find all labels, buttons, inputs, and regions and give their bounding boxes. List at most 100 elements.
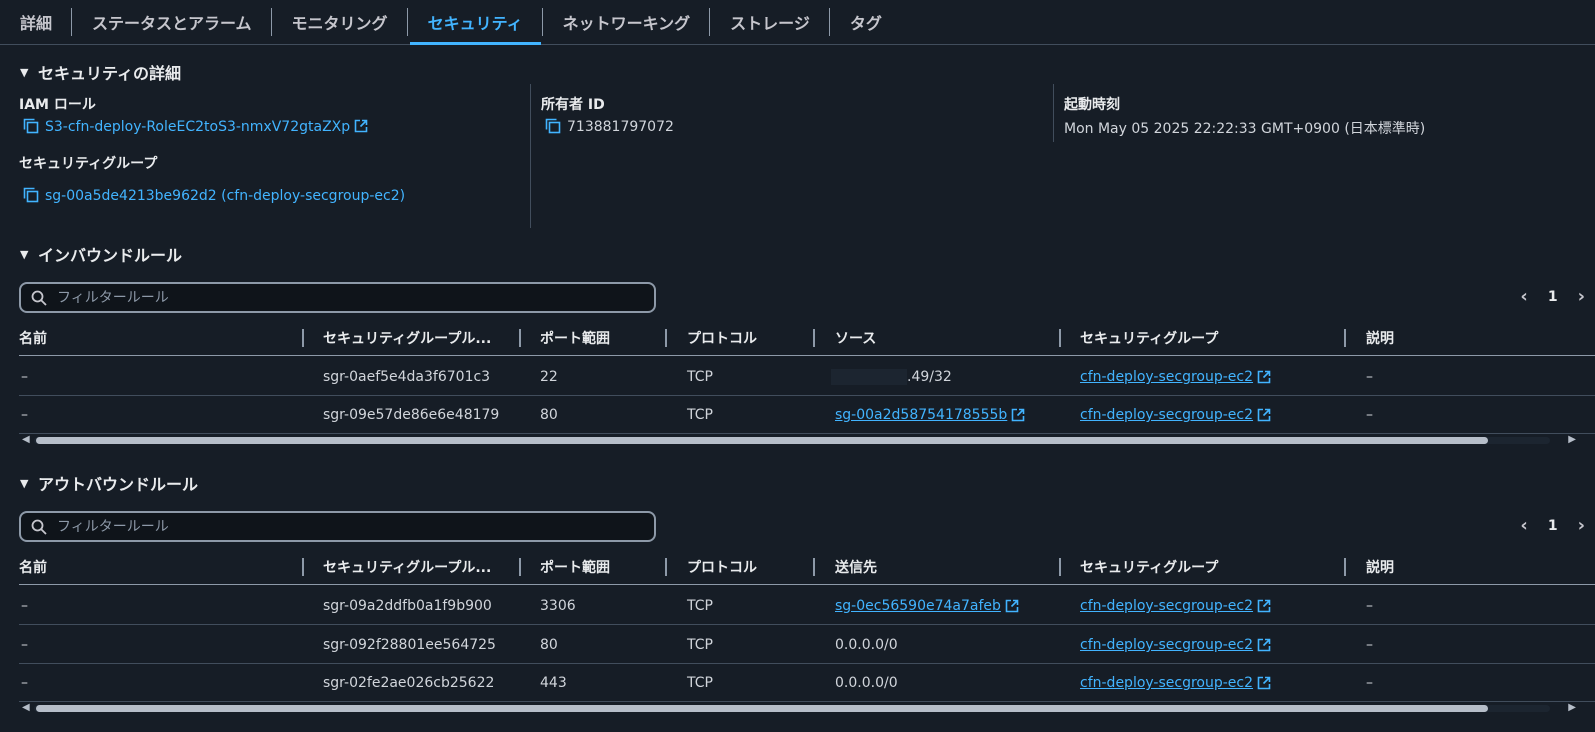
section-title: アウトバウンドルール xyxy=(38,475,199,494)
security-details-header[interactable]: ▼ セキュリティの詳細 xyxy=(20,60,181,84)
scroll-left-arrow-icon[interactable]: ◀ xyxy=(22,434,30,445)
column-header-protocol[interactable]: プロトコル xyxy=(687,549,815,585)
outbound-pagination: ‹ 1 › xyxy=(1520,515,1585,536)
search-icon xyxy=(31,290,47,306)
column-header-rule-id[interactable]: セキュリティグループル... xyxy=(323,549,521,585)
tab-label: ステータスとアラーム xyxy=(92,14,252,33)
copy-icon[interactable] xyxy=(545,118,561,134)
outbound-table-header: 名前 セキュリティグループル... ポート範囲 プロトコル 送信先 セキュリティ… xyxy=(19,549,1595,585)
security-group-link[interactable]: cfn-deploy-secgroup-ec2 xyxy=(1080,598,1253,614)
chevron-right-icon[interactable]: › xyxy=(1578,286,1585,307)
column-label: ポート範囲 xyxy=(540,560,610,576)
inbound-filter[interactable] xyxy=(19,282,656,313)
column-label: 名前 xyxy=(19,560,47,576)
destination-link[interactable]: sg-0ec56590e74a7afeb xyxy=(835,598,1001,614)
tab-storage[interactable]: ストレージ xyxy=(710,0,830,44)
security-group-row: sg-00a5de4213be962d2 (cfn-deploy-secgrou… xyxy=(23,187,405,204)
copy-icon[interactable] xyxy=(23,118,39,134)
chevron-left-icon[interactable]: ‹ xyxy=(1520,286,1527,307)
inbound-rules-header[interactable]: ▼ インバウンドルール xyxy=(20,242,182,266)
tab-label: ネットワーキング xyxy=(562,14,691,33)
page-number[interactable]: 1 xyxy=(1548,518,1558,534)
external-link-icon[interactable] xyxy=(1257,408,1271,422)
column-header-description[interactable]: 説明 xyxy=(1366,549,1566,585)
source-link[interactable]: sg-00a2d58754178555b xyxy=(835,407,1007,423)
column-label: ソース xyxy=(835,331,877,347)
cell-security-group: cfn-deploy-secgroup-ec2 xyxy=(1080,626,1271,664)
column-header-source[interactable]: ソース xyxy=(835,320,1061,356)
column-header-name[interactable]: 名前 xyxy=(19,320,304,356)
outbound-filter[interactable] xyxy=(19,511,656,542)
column-header-protocol[interactable]: プロトコル xyxy=(687,320,815,356)
launch-time-value: Mon May 05 2025 22:22:33 GMT+0900 (日本標準時… xyxy=(1064,121,1426,137)
column-header-description[interactable]: 説明 xyxy=(1366,320,1566,356)
source-value: .49/32 xyxy=(907,369,952,385)
cell-name: – xyxy=(21,637,28,653)
security-group-link[interactable]: cfn-deploy-secgroup-ec2 xyxy=(1080,675,1253,691)
column-header-security-group[interactable]: セキュリティグループ xyxy=(1080,320,1346,356)
cell-name: – xyxy=(21,598,28,614)
external-link-icon[interactable] xyxy=(1011,408,1025,422)
tab-details[interactable]: 詳細 xyxy=(0,0,73,44)
scroll-right-arrow-icon[interactable]: ▶ xyxy=(1568,702,1576,713)
iam-role-row: S3-cfn-deploy-RoleEC2toS3-nmxV72gtaZXp xyxy=(23,118,368,135)
column-label: 送信先 xyxy=(835,560,877,576)
column-label: 名前 xyxy=(19,331,47,347)
security-group-block: セキュリティグループ sg-00a5de4213be962d2 (cfn-dep… xyxy=(19,153,405,204)
search-icon xyxy=(31,519,47,535)
security-group-link[interactable]: cfn-deploy-secgroup-ec2 xyxy=(1080,369,1253,385)
chevron-left-icon[interactable]: ‹ xyxy=(1520,515,1527,536)
caret-down-icon: ▼ xyxy=(20,247,29,261)
table-row: – sgr-09a2ddfb0a1f9b900 3306 TCP sg-0ec5… xyxy=(19,587,1595,625)
outbound-rules-header[interactable]: ▼ アウトバウンドルール xyxy=(20,471,198,495)
external-link-icon[interactable] xyxy=(1005,599,1019,613)
external-link-icon[interactable] xyxy=(1257,370,1271,384)
cell-protocol: TCP xyxy=(687,637,713,653)
copy-icon[interactable] xyxy=(23,187,39,203)
chevron-right-icon[interactable]: › xyxy=(1578,515,1585,536)
cell-security-group: cfn-deploy-secgroup-ec2 xyxy=(1080,587,1271,625)
tab-tags[interactable]: タグ xyxy=(830,0,902,44)
column-header-rule-id[interactable]: セキュリティグループル... xyxy=(323,320,521,356)
cell-description: – xyxy=(1366,369,1373,385)
column-header-security-group[interactable]: セキュリティグループ xyxy=(1080,549,1346,585)
tab-label: モニタリング xyxy=(291,14,388,33)
outbound-filter-input[interactable] xyxy=(57,518,617,535)
scroll-right-arrow-icon[interactable]: ▶ xyxy=(1568,434,1576,445)
cell-name: – xyxy=(21,407,28,423)
cell-destination: 0.0.0.0/0 xyxy=(835,637,898,653)
security-group-link[interactable]: cfn-deploy-secgroup-ec2 xyxy=(1080,637,1253,653)
external-link-icon[interactable] xyxy=(1257,676,1271,690)
cell-protocol: TCP xyxy=(687,675,713,691)
external-link-icon[interactable] xyxy=(354,119,368,133)
external-link-icon[interactable] xyxy=(1257,599,1271,613)
cell-protocol: TCP xyxy=(687,598,713,614)
security-group-link[interactable]: sg-00a5de4213be962d2 (cfn-deploy-secgrou… xyxy=(45,188,405,204)
tab-status-alarms[interactable]: ステータスとアラーム xyxy=(72,0,272,44)
outbound-horizontal-scrollbar[interactable]: ◀ ▶ xyxy=(22,702,1576,714)
column-label: 説明 xyxy=(1366,560,1394,576)
tab-networking[interactable]: ネットワーキング xyxy=(543,0,711,44)
tab-monitoring[interactable]: モニタリング xyxy=(272,0,408,44)
scrollbar-thumb[interactable] xyxy=(36,705,1488,712)
cell-rule-id: sgr-09e57de86e6e48179 xyxy=(323,407,500,423)
column-header-port[interactable]: ポート範囲 xyxy=(540,320,667,356)
security-group-link[interactable]: cfn-deploy-secgroup-ec2 xyxy=(1080,407,1253,423)
scrollbar-thumb[interactable] xyxy=(36,437,1488,444)
column-divider xyxy=(530,84,531,228)
cell-port: 443 xyxy=(540,675,567,691)
tab-security[interactable]: セキュリティ xyxy=(408,0,543,45)
external-link-icon[interactable] xyxy=(1257,638,1271,652)
tab-label: タグ xyxy=(849,14,882,33)
cell-name: – xyxy=(21,675,28,691)
iam-role-link[interactable]: S3-cfn-deploy-RoleEC2toS3-nmxV72gtaZXp xyxy=(45,119,350,135)
security-group-label: セキュリティグループ xyxy=(19,156,158,172)
column-header-port[interactable]: ポート範囲 xyxy=(540,549,667,585)
column-label: プロトコル xyxy=(687,560,757,576)
scroll-left-arrow-icon[interactable]: ◀ xyxy=(22,702,30,713)
column-header-name[interactable]: 名前 xyxy=(19,549,304,585)
inbound-filter-input[interactable] xyxy=(57,289,617,306)
inbound-horizontal-scrollbar[interactable]: ◀ ▶ xyxy=(22,434,1576,446)
page-number[interactable]: 1 xyxy=(1548,289,1558,305)
column-header-destination[interactable]: 送信先 xyxy=(835,549,1061,585)
